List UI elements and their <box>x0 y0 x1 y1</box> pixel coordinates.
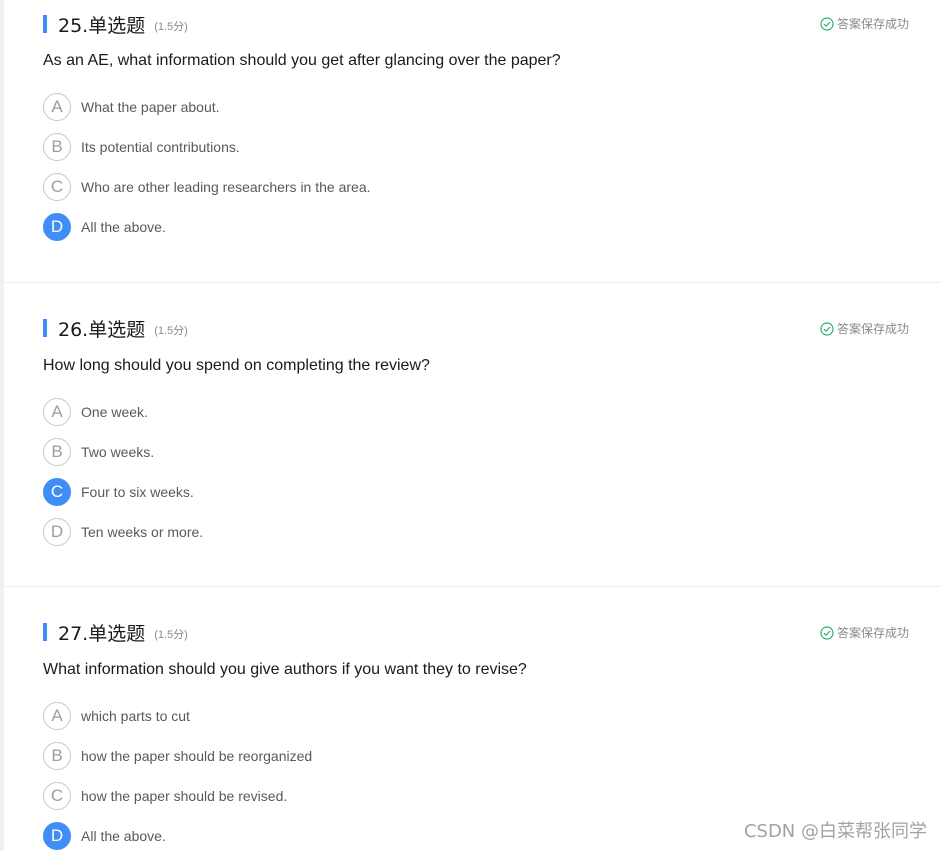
question-card: 25.单选题 (1.5分) 答案保存成功 As an AE, what info… <box>4 0 941 304</box>
option-label: Ten weeks or more. <box>81 524 204 540</box>
option-a[interactable]: A which parts to cut <box>43 701 190 731</box>
option-letter[interactable]: A <box>43 702 71 730</box>
option-d[interactable]: D All the above. <box>43 212 166 242</box>
option-label: how the paper should be reorganized <box>81 748 313 764</box>
question-score: (1.5分) <box>154 629 188 641</box>
question-header: 27.单选题 (1.5分) <box>43 620 188 645</box>
save-status: 答案保存成功 <box>820 320 909 337</box>
option-a[interactable]: A What the paper about. <box>43 92 220 122</box>
option-label: What the paper about. <box>81 99 220 115</box>
option-c[interactable]: C how the paper should be revised. <box>43 781 287 811</box>
option-label: how the paper should be revised. <box>81 788 288 804</box>
question-text: As an AE, what information should you ge… <box>43 52 561 69</box>
option-label: Two weeks. <box>81 444 155 460</box>
question-title: 25.单选题 <box>58 14 146 37</box>
option-b[interactable]: B how the paper should be reorganized <box>43 741 312 771</box>
option-label: which parts to cut <box>81 708 190 724</box>
option-label: One week. <box>81 404 148 420</box>
option-letter-selected[interactable]: C <box>43 478 71 506</box>
option-letter-selected[interactable]: D <box>43 213 71 241</box>
option-letter[interactable]: C <box>43 173 71 201</box>
question-text: How long should you spend on completing … <box>43 357 430 374</box>
question-score: (1.5分) <box>154 21 188 33</box>
option-label: All the above. <box>81 828 166 844</box>
option-letter[interactable]: C <box>43 782 71 810</box>
accent-bar <box>43 623 47 641</box>
option-label: Who are other leading researchers in the… <box>81 179 371 195</box>
accent-bar <box>43 319 47 337</box>
watermark: CSDN @白菜帮张同学 <box>743 821 927 842</box>
check-circle-icon <box>820 321 834 336</box>
option-letter[interactable]: A <box>43 93 71 121</box>
save-status: 答案保存成功 <box>820 15 909 32</box>
question-text: What information should you give authors… <box>43 661 527 678</box>
option-label: All the above. <box>81 219 166 235</box>
option-letter[interactable]: A <box>43 398 71 426</box>
save-status: 答案保存成功 <box>820 624 909 641</box>
option-letter-selected[interactable]: D <box>43 822 71 850</box>
quiz-page: 25.单选题 (1.5分) 答案保存成功 As an AE, what info… <box>0 0 941 851</box>
question-title: 26.单选题 <box>58 318 146 341</box>
option-letter[interactable]: B <box>43 438 71 466</box>
option-c[interactable]: C Who are other leading researchers in t… <box>43 172 371 202</box>
option-label: Its potential contributions. <box>81 139 240 155</box>
question-score: (1.5分) <box>154 325 188 337</box>
save-status-text: 答案保存成功 <box>836 626 909 640</box>
check-circle-icon <box>820 16 834 31</box>
check-circle-icon <box>820 625 834 640</box>
option-label: Four to six weeks. <box>81 484 194 500</box>
question-card: 27.单选题 (1.5分) 答案保存成功 What information sh… <box>4 586 941 851</box>
option-b[interactable]: B Its potential contributions. <box>43 132 240 162</box>
question-card: 26.单选题 (1.5分) 答案保存成功 How long should you… <box>4 282 941 586</box>
question-header: 26.单选题 (1.5分) <box>43 316 188 341</box>
option-letter[interactable]: B <box>43 742 71 770</box>
option-d[interactable]: D Ten weeks or more. <box>43 517 203 547</box>
save-status-text: 答案保存成功 <box>836 322 909 336</box>
option-letter[interactable]: B <box>43 133 71 161</box>
option-letter[interactable]: D <box>43 518 71 546</box>
option-a[interactable]: A One week. <box>43 397 148 427</box>
question-header: 25.单选题 (1.5分) <box>43 12 188 37</box>
option-c[interactable]: C Four to six weeks. <box>43 477 194 507</box>
save-status-text: 答案保存成功 <box>836 17 909 31</box>
question-title: 27.单选题 <box>58 622 146 645</box>
option-b[interactable]: B Two weeks. <box>43 437 154 467</box>
option-d[interactable]: D All the above. <box>43 821 166 851</box>
accent-bar <box>43 15 47 33</box>
